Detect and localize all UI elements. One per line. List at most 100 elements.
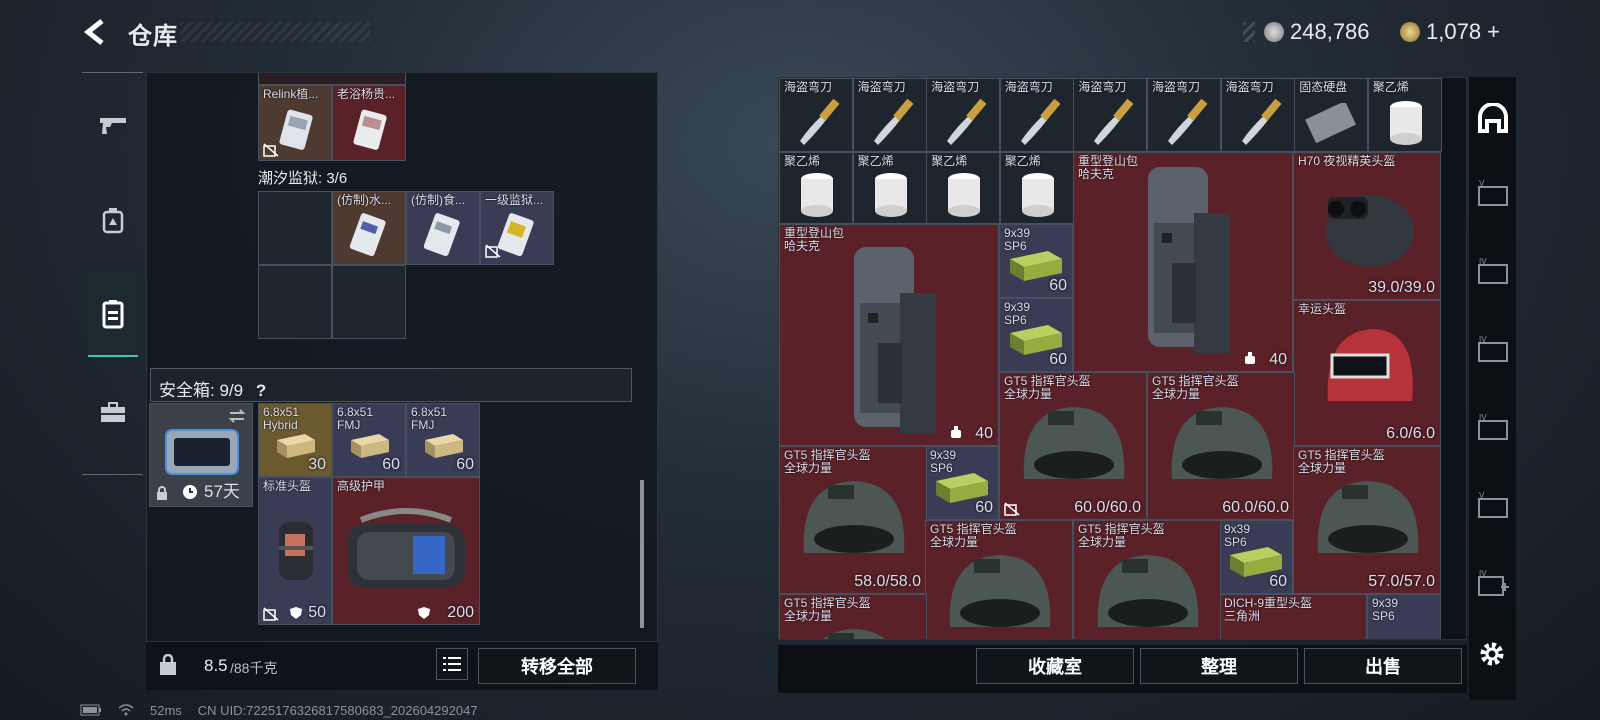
stash-item-slot[interactable]: 聚乙烯 (926, 152, 1001, 224)
gt5-helmet-icon (949, 555, 1051, 627)
stash-item-slot[interactable]: 海盗弯刀 (1220, 78, 1295, 152)
ammo-slot[interactable]: 6.8x51 FMJ 60 (332, 403, 406, 477)
gt5-helmet-slot[interactable]: GT5 指挥官头盔 全球力量 57.0/57.0 (1293, 446, 1441, 594)
item-name: GT5 指挥官头盔 全球力量 (1078, 522, 1165, 549)
ammo-slot[interactable]: 9x39 SP6 60 (999, 298, 1073, 372)
durability: 57.0/57.0 (1368, 573, 1435, 590)
polyethylene-icon (874, 173, 907, 217)
stash-grid: 重型登山包 哈夫克 40 9x39 SP6 60 9x39 SP6 60 重型登… (778, 77, 1467, 640)
ammo-slot[interactable]: 9x39 SP6 60 (925, 446, 999, 520)
heavy-backpack-slot[interactable]: 重型登山包 哈夫克 40 (1073, 152, 1293, 372)
stash-tab-icon[interactable]: IV (1477, 335, 1509, 363)
swap-icon[interactable] (228, 408, 246, 424)
empty-slot[interactable] (258, 191, 332, 265)
collection-room-button[interactable]: 收藏室 (976, 648, 1134, 684)
backpack-icon[interactable] (88, 191, 138, 251)
safebox-label: 安全箱: 9/9 (159, 381, 244, 400)
gt5-helmet-icon (1171, 407, 1273, 479)
heavy-backpack-slot[interactable]: 重型登山包 哈夫克 40 (779, 224, 999, 446)
currency-gold[interactable]: 1,078 + (1400, 18, 1500, 46)
stash-tab-icon[interactable]: V (1477, 491, 1509, 519)
right-tab-bar: V IV IV IV V IV (1469, 77, 1516, 700)
card-item-icon (279, 109, 313, 150)
gt5-helmet-icon (1023, 407, 1125, 479)
stash-item-slot[interactable]: 海盗弯刀 (926, 78, 1001, 152)
polyethylene-icon (801, 173, 833, 217)
item-slot[interactable]: 一级监狱... (480, 191, 554, 265)
item-slot[interactable]: 老浴杨贵... (332, 85, 406, 161)
gt5-helmet-slot[interactable]: GT5 指挥官头盔 全球力量 (1073, 520, 1221, 639)
gt5-helmet-slot[interactable]: GT5 指挥官头盔 全球力量 58.0/58.0 (779, 446, 927, 594)
container-icon[interactable] (88, 273, 138, 357)
stash-item-slot[interactable]: 海盗弯刀 (999, 78, 1074, 152)
ammo-slot[interactable]: 6.8x51 FMJ 60 (406, 403, 480, 477)
gt5-helmet-slot[interactable]: GT5 指挥官头盔 全球力量 60.0/60.0 (1147, 372, 1295, 520)
weight-icon (160, 654, 176, 675)
stash-item-slot[interactable]: 聚乙烯 (852, 152, 927, 224)
ammo-slot[interactable]: 6.8x51 Hybrid 30 (258, 403, 332, 477)
armor-slot[interactable]: 高级护甲 200 (332, 477, 480, 625)
item-slot[interactable]: (仿制)食... (406, 191, 480, 265)
no-trade-icon (1004, 502, 1020, 516)
gt5-helmet-slot[interactable]: GT5 指挥官头盔 全球力量 60.0/60.0 (999, 372, 1147, 520)
gt5-helmet-icon (1317, 481, 1419, 553)
dich-helmet-slot[interactable]: DICH-9重型头盔 三角洲 (1219, 594, 1367, 639)
sell-button[interactable]: 出售 (1304, 648, 1462, 684)
advanced-armor-icon (347, 508, 465, 588)
settings-gear-icon[interactable] (1477, 639, 1509, 667)
knife-icon (1020, 98, 1061, 145)
toolbox-icon[interactable] (88, 383, 138, 443)
empty-slot[interactable] (332, 265, 406, 339)
card-item-icon (497, 213, 534, 257)
item-slot[interactable]: (仿制)水... (332, 191, 406, 265)
stash-item-slot[interactable]: 海盗弯刀 (779, 78, 853, 152)
safebox-header: 安全箱: 9/9 ? (150, 368, 632, 402)
ammo-slot[interactable]: 9x39 SP6 60 (1219, 520, 1293, 594)
gt5-helmet-slot[interactable]: GT5 指挥官头盔 全球力量 (925, 520, 1073, 639)
stash-item-slot[interactable]: 海盗弯刀 (1147, 78, 1221, 152)
ammo-slot[interactable]: 9x39 SP6 (1367, 594, 1441, 639)
list-view-icon[interactable] (436, 648, 468, 680)
currency-decoration (1243, 22, 1255, 42)
stash-tab-icon[interactable]: V (1477, 179, 1509, 207)
item-name: GT5 指挥官头盔 全球力量 (784, 448, 871, 475)
stash-item-slot[interactable]: 聚乙烯 (999, 152, 1074, 224)
item-name: 海盗弯刀 (1152, 80, 1201, 94)
item-name: 海盗弯刀 (1078, 80, 1127, 94)
heavy-backpack-icon (854, 247, 936, 433)
svg-text:IV: IV (1479, 413, 1487, 422)
stash-tab-icon[interactable]: IV (1477, 257, 1509, 285)
capacity-icon (951, 426, 961, 438)
stash-item-slot[interactable]: 聚乙烯 (779, 152, 853, 224)
stash-tab-icon[interactable]: IV (1477, 413, 1509, 441)
standard-helmet-icon (279, 522, 313, 580)
h70-helmet-slot[interactable]: H70 夜视精英头盔 39.0/39.0 (1293, 152, 1441, 300)
help-icon[interactable]: ? (256, 381, 266, 400)
stash-actions: 收藏室 整理 出售 (778, 645, 1467, 693)
gt5-helmet-slot[interactable]: GT5 指挥官头盔 全球力量 (779, 594, 927, 639)
add-currency-icon[interactable]: + (1487, 19, 1500, 45)
empty-slot[interactable] (258, 265, 332, 339)
back-arrow-icon[interactable] (82, 18, 110, 46)
stash-item-slot[interactable]: 固态硬盘 (1294, 78, 1369, 152)
safebox-slot[interactable]: 57天 (149, 403, 253, 507)
stash-item-slot[interactable]: 聚乙烯 (1367, 78, 1442, 152)
ssd-icon (1305, 103, 1357, 143)
sort-button[interactable]: 整理 (1140, 648, 1298, 684)
armor-shield-icon (418, 607, 430, 619)
weight-value: 8.5 (204, 656, 228, 675)
svg-text:V: V (1479, 179, 1485, 188)
card-item-icon (349, 213, 386, 257)
add-stash-icon[interactable]: IV (1477, 569, 1509, 597)
item-slot[interactable]: Relink植... (258, 85, 332, 161)
lucky-helmet-slot[interactable]: 幸运头盔 6.0/6.0 (1293, 300, 1441, 446)
knife-icon (1168, 98, 1208, 145)
stash-item-slot[interactable]: 海盗弯刀 (852, 78, 927, 152)
stash-home-icon[interactable] (1477, 103, 1509, 133)
transfer-all-button[interactable]: 转移全部 (478, 648, 636, 684)
left-scrollbar[interactable] (640, 480, 644, 628)
stash-item-slot[interactable]: 海盗弯刀 (1073, 78, 1148, 152)
gun-icon[interactable] (88, 95, 138, 155)
helmet-slot[interactable]: 标准头盔 50 (258, 477, 332, 625)
ammo-slot[interactable]: 9x39 SP6 60 (999, 224, 1073, 298)
